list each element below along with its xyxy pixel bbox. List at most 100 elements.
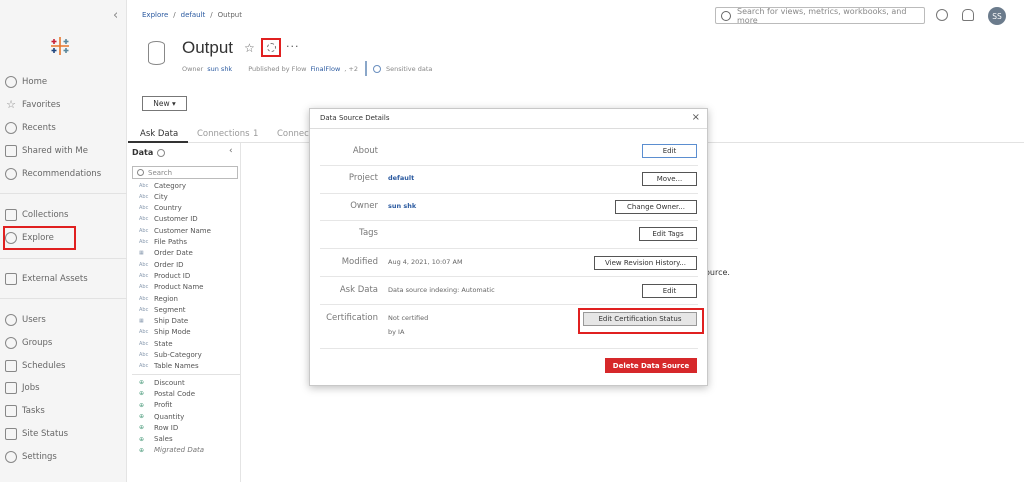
- sidebar-item-shared[interactable]: Shared with Me: [0, 141, 127, 161]
- field-item[interactable]: Abc Table Names: [139, 361, 199, 372]
- row-divider: [320, 248, 698, 249]
- string-type-icon: Abc: [139, 205, 149, 212]
- new-button[interactable]: New ▾: [142, 96, 187, 111]
- askdata-label: Ask Data: [339, 285, 378, 295]
- sidebar-item-settings[interactable]: Settings: [0, 447, 127, 467]
- tab-connected[interactable]: Connec: [277, 129, 309, 139]
- sensitive-data-badge[interactable]: Sensitive data: [365, 61, 438, 76]
- field-item[interactable]: Abc Customer Name: [139, 225, 211, 236]
- modified-label: Modified: [341, 257, 378, 267]
- row-divider: [320, 193, 698, 194]
- certification-highlight: [578, 308, 704, 334]
- sidebar-item-users[interactable]: Users: [0, 310, 127, 330]
- field-item[interactable]: ⊕ Quantity: [139, 411, 184, 422]
- edit-askdata-button[interactable]: Edit: [642, 284, 697, 298]
- sidebar-item-favorites[interactable]: ☆ Favorites: [0, 95, 127, 115]
- collapse-sidebar-icon[interactable]: ‹: [113, 8, 118, 23]
- view-revision-history-button[interactable]: View Revision History...: [594, 256, 697, 270]
- field-item[interactable]: ⊕ Discount: [139, 377, 185, 388]
- field-item[interactable]: Abc Order ID: [139, 259, 184, 270]
- flow-link[interactable]: FinalFlow: [310, 65, 340, 73]
- sidebar-item-recommendations[interactable]: Recommendations: [0, 164, 127, 184]
- search-icon: [721, 10, 731, 21]
- field-name: Sub-Category: [154, 351, 202, 359]
- field-item[interactable]: Abc Ship Mode: [139, 327, 191, 338]
- sidebar-item-site-status[interactable]: Site Status: [0, 424, 127, 444]
- field-item[interactable]: Abc Sub-Category: [139, 350, 202, 361]
- sidebar-item-recents[interactable]: Recents: [0, 118, 127, 138]
- move-button[interactable]: Move...: [642, 172, 697, 186]
- breadcrumb-project[interactable]: default: [181, 11, 206, 19]
- field-item[interactable]: Abc Customer ID: [139, 214, 198, 225]
- jobs-icon: [5, 382, 17, 394]
- field-item[interactable]: Abc Region: [139, 293, 178, 304]
- avatar[interactable]: SS: [988, 7, 1006, 25]
- field-item[interactable]: Abc Country: [139, 203, 182, 214]
- favorite-star-icon[interactable]: ☆: [244, 41, 255, 55]
- sidebar-item-groups[interactable]: Groups: [0, 333, 127, 353]
- field-name: Customer ID: [154, 215, 198, 224]
- certification-value: Not certified: [388, 314, 429, 322]
- string-type-icon: Abc: [139, 352, 149, 358]
- tab-connections[interactable]: Connections: [197, 129, 250, 139]
- field-item[interactable]: ⊕ Migrated Data: [139, 445, 204, 456]
- sidebar-item-jobs[interactable]: Jobs: [0, 378, 127, 398]
- field-item[interactable]: Abc File Paths: [139, 237, 187, 248]
- field-name: Ship Mode: [154, 328, 191, 337]
- field-item[interactable]: ⊕ Profit: [139, 400, 172, 411]
- field-item[interactable]: ⊕ Sales: [139, 434, 173, 445]
- sidebar-item-tasks[interactable]: Tasks: [0, 401, 127, 421]
- field-item[interactable]: Abc Category: [139, 180, 186, 191]
- help-icon[interactable]: [936, 9, 948, 21]
- field-name: Region: [154, 294, 178, 303]
- users-icon: [5, 314, 17, 326]
- tab-ask-data[interactable]: Ask Data: [140, 129, 178, 139]
- measure-type-icon: ⊕: [139, 379, 145, 387]
- project-link[interactable]: default: [388, 174, 414, 182]
- shared-icon: [5, 145, 17, 157]
- explore-highlight: [3, 226, 76, 250]
- field-search-input[interactable]: Search: [132, 166, 238, 179]
- sensitive-label: Sensitive data: [386, 64, 433, 73]
- field-item[interactable]: ▦ Order Date: [139, 248, 193, 259]
- field-item[interactable]: Abc Segment: [139, 304, 186, 315]
- breadcrumb-explore[interactable]: Explore: [142, 11, 168, 19]
- sidebar-item-label: Jobs: [22, 383, 40, 393]
- search-placeholder: Search for views, metrics, workbooks, an…: [737, 6, 907, 25]
- field-name: Postal Code: [154, 389, 196, 398]
- sidebar-item-schedules[interactable]: Schedules: [0, 356, 127, 376]
- delete-data-source-button[interactable]: Delete Data Source: [605, 358, 697, 373]
- info-icon[interactable]: [157, 148, 166, 157]
- close-icon[interactable]: ×: [692, 112, 700, 123]
- sidebar-item-label: External Assets: [22, 274, 88, 284]
- sidebar-item-collections[interactable]: Collections: [0, 205, 127, 225]
- settings-gear-button[interactable]: [261, 38, 281, 57]
- change-owner-button[interactable]: Change Owner...: [615, 200, 697, 214]
- bell-icon[interactable]: [962, 9, 974, 21]
- field-item[interactable]: Abc Product ID: [139, 270, 190, 281]
- modified-value: Aug 4, 2021, 10:07 AM: [388, 258, 463, 266]
- field-name: Sales: [154, 435, 173, 444]
- sidebar-item-label: Settings: [22, 452, 57, 462]
- more-actions-icon[interactable]: ···: [286, 40, 300, 53]
- owner-link[interactable]: sun shk: [388, 202, 416, 210]
- edit-about-button[interactable]: Edit: [642, 144, 697, 158]
- collapse-panel-icon[interactable]: ‹: [229, 146, 233, 156]
- field-item[interactable]: Abc State: [139, 338, 173, 349]
- search-input[interactable]: Search for views, metrics, workbooks, an…: [715, 6, 925, 25]
- field-item[interactable]: ▦ Ship Date: [139, 316, 188, 327]
- clock-icon: [5, 122, 17, 134]
- field-item[interactable]: Abc Product Name: [139, 282, 203, 293]
- home-icon: [5, 76, 17, 88]
- flow-extra: , +2: [344, 65, 358, 73]
- field-name: State: [154, 339, 173, 348]
- field-item[interactable]: Abc City: [139, 191, 168, 202]
- sidebar-item-external-assets[interactable]: External Assets: [0, 269, 127, 289]
- owner-link[interactable]: sun shk: [207, 65, 232, 73]
- tab-connections-count: 1: [253, 129, 259, 139]
- field-item[interactable]: ⊕ Row ID: [139, 422, 178, 433]
- breadcrumb-current: Output: [217, 11, 242, 19]
- edit-tags-button[interactable]: Edit Tags: [639, 227, 697, 241]
- field-item[interactable]: ⊕ Postal Code: [139, 388, 195, 399]
- sidebar-item-home[interactable]: Home: [0, 72, 127, 92]
